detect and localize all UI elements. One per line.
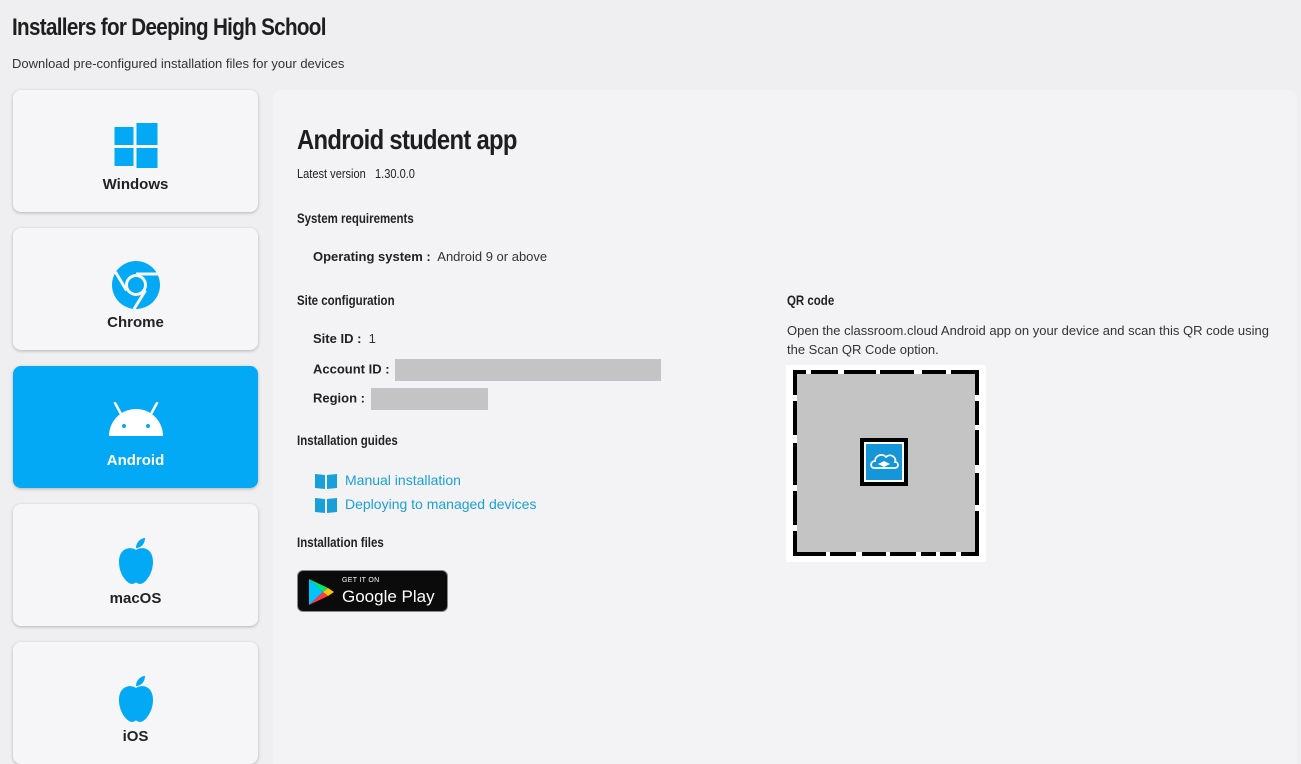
qr-code-heading: QR code [787, 292, 835, 308]
book-icon [315, 498, 337, 514]
badge-small-text: GET IT ON [342, 577, 380, 584]
badge-big-text: Google Play [342, 587, 435, 606]
deploying-managed-devices-label: Deploying to managed devices [345, 496, 537, 512]
page-title: Installers for Deeping High School [12, 14, 326, 41]
site-configuration-heading: Site configuration [297, 292, 395, 308]
sidebar-item-label: macOS [109, 590, 162, 607]
system-requirements-heading: System requirements [297, 210, 414, 226]
android-icon [108, 402, 163, 436]
sidebar-item-ios[interactable]: iOS [13, 642, 258, 764]
apple-icon [118, 538, 153, 584]
deploying-managed-devices-link[interactable]: Deploying to managed devices [315, 496, 537, 514]
chrome-icon [111, 261, 160, 310]
sidebar-item-label: Chrome [107, 314, 164, 331]
latest-version-label: Latest version [297, 166, 366, 181]
windows-icon [114, 123, 157, 168]
site-id-row: Site ID : 1 [313, 331, 376, 346]
latest-version-value: 1.30.0.0 [375, 166, 415, 181]
sidebar-item-label: Android [106, 452, 165, 469]
sidebar-item-label: iOS [122, 728, 149, 745]
app-title: Android student app [297, 124, 517, 155]
account-id-label: Account ID : [313, 361, 390, 377]
sidebar-item-macos[interactable]: macOS [13, 504, 258, 626]
apple-icon [118, 676, 153, 722]
qr-code-image [793, 370, 979, 556]
google-play-icon [309, 579, 334, 605]
site-id-value: 1 [368, 331, 376, 346]
google-play-button[interactable]: GET IT ON Google Play [297, 570, 448, 612]
page-subtitle: Download pre-configured installation fil… [12, 56, 345, 71]
operating-system-value: Android 9 or above [437, 249, 548, 264]
sidebar-item-android[interactable]: Android [13, 366, 258, 488]
manual-installation-link[interactable]: Manual installation [315, 472, 461, 490]
book-icon [315, 474, 337, 490]
operating-system-row: Operating system : Android 9 or above [313, 249, 547, 264]
region-row: Region : [313, 388, 488, 410]
region-label: Region : [313, 390, 365, 406]
installation-guides-heading: Installation guides [297, 432, 398, 448]
operating-system-label: Operating system : [313, 249, 431, 264]
site-id-label: Site ID : [313, 331, 362, 346]
qr-code-description: Open the classroom.cloud Android app on … [787, 323, 1270, 357]
account-id-redacted [395, 359, 662, 381]
region-redacted [370, 388, 488, 410]
qr-code [786, 365, 986, 562]
sidebar-item-label: Windows [102, 176, 169, 193]
account-id-row: Account ID : [313, 359, 662, 381]
installation-files-heading: Installation files [297, 534, 384, 550]
sidebar-item-chrome[interactable]: Chrome [13, 228, 258, 350]
sidebar-item-windows[interactable]: Windows [13, 90, 258, 212]
latest-version: Latest version 1.30.0.0 [297, 166, 415, 181]
manual-installation-label: Manual installation [345, 472, 461, 488]
installer-details-panel: Android student app Latest version 1.30.… [273, 90, 1297, 764]
